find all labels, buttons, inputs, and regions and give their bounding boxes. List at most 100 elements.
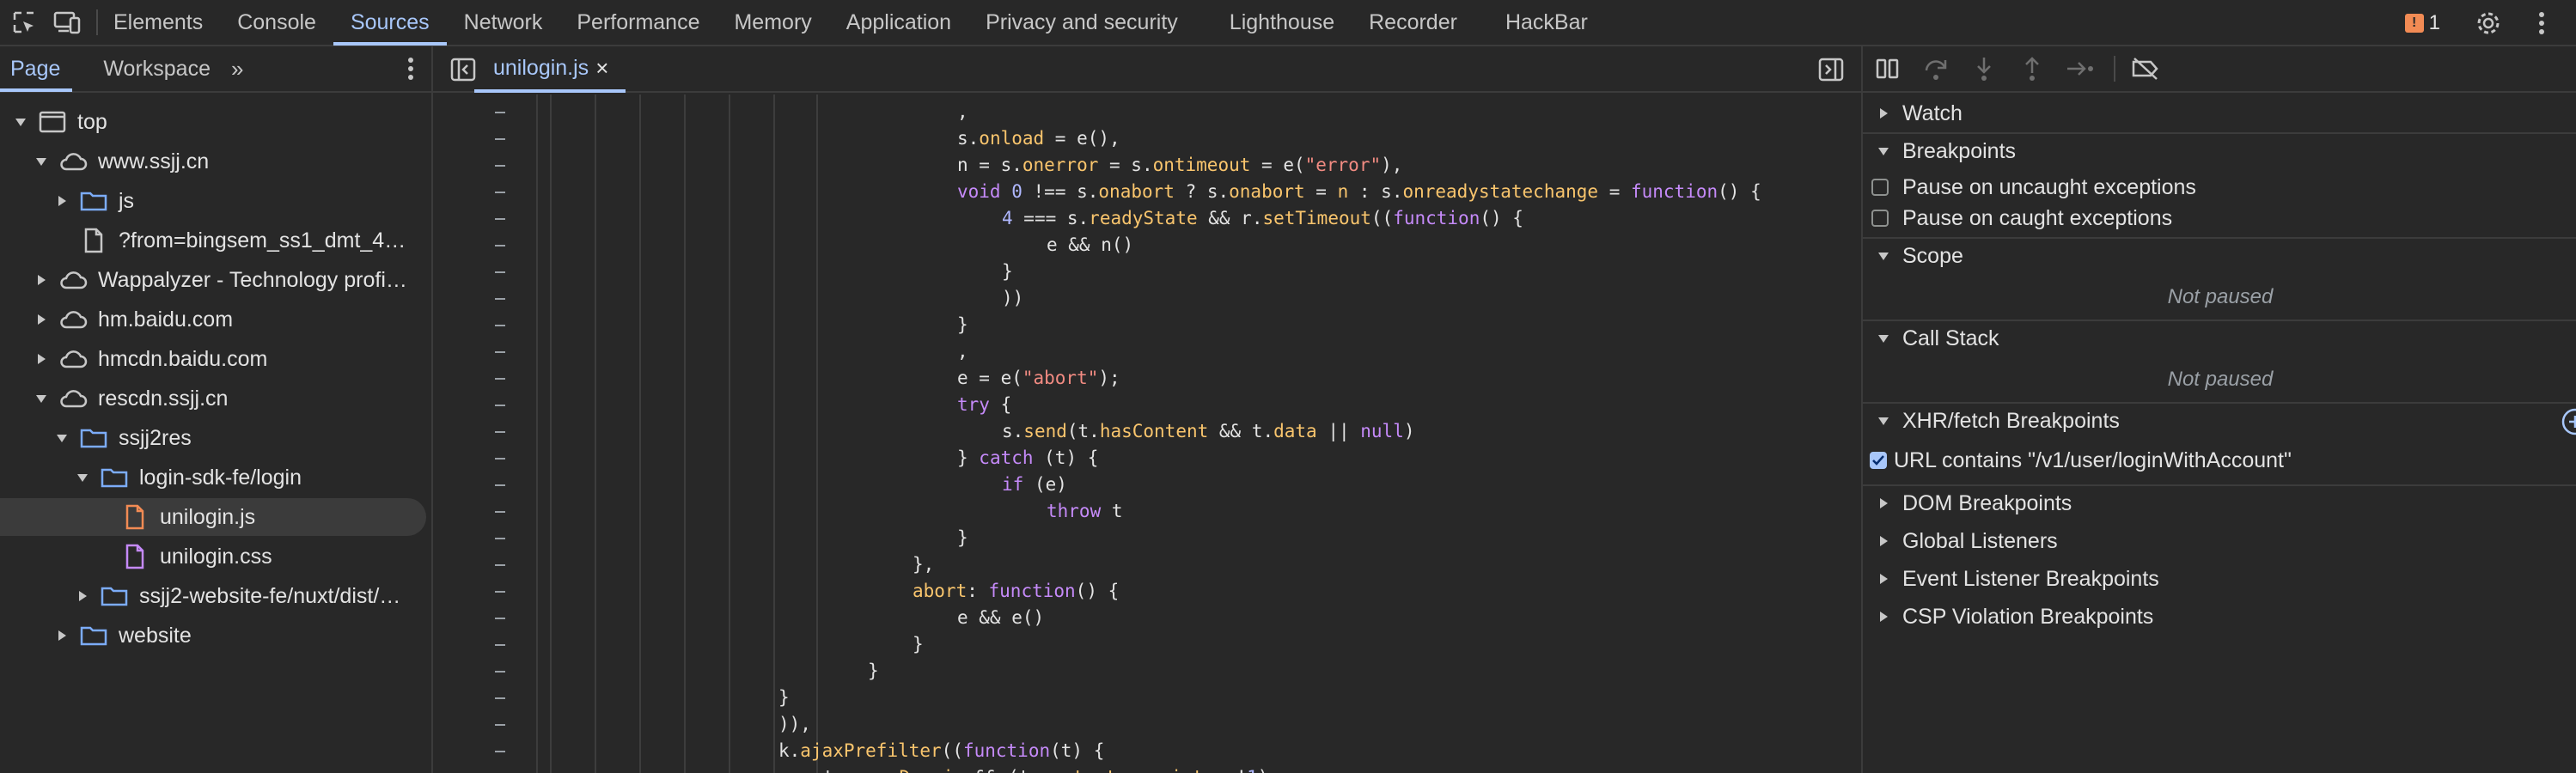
dom-breakpoints-pane-header[interactable]: DOM Breakpoints [1863,484,2576,522]
line-marker[interactable] [495,431,505,433]
tree-item[interactable]: unilogin.js [0,498,426,536]
line-marker[interactable] [495,192,505,193]
line-marker[interactable] [495,458,505,460]
line-marker[interactable] [495,351,505,353]
settings-icon[interactable] [2475,9,2502,37]
collapse-triangle-icon[interactable] [33,153,50,170]
tab-console[interactable]: Console [220,0,333,46]
global-listeners-pane-header[interactable]: Global Listeners [1863,522,2576,560]
pause-uncaught-checkbox[interactable] [1871,179,1889,196]
line-marker[interactable] [495,218,505,220]
line-marker[interactable] [495,671,505,673]
line-marker[interactable] [495,591,505,593]
tab-recorder[interactable]: Recorder [1352,0,1474,46]
tab-memory[interactable]: Memory [717,0,828,46]
deactivate-breakpoints-icon[interactable] [2131,54,2160,83]
line-marker[interactable] [495,298,505,300]
line-marker[interactable] [495,405,505,406]
line-marker[interactable] [495,138,505,140]
expand-triangle-icon[interactable] [33,350,50,368]
line-marker[interactable] [495,511,505,513]
pause-uncaught-row[interactable]: Pause on uncaught exceptions [1863,170,2196,204]
line-marker[interactable] [495,751,505,752]
navigator-menu-icon[interactable] [407,57,414,85]
issues-counter[interactable]: ! 1 [2404,11,2440,35]
expand-triangle-icon[interactable] [33,311,50,328]
call-stack-pane-header[interactable]: Call Stack [1863,320,2576,357]
tab-hackbar[interactable]: HackBar [1488,0,1605,46]
tree-item[interactable]: hm.baidu.com [0,301,430,338]
line-marker[interactable] [495,271,505,273]
line-marker[interactable] [495,538,505,539]
tree-item[interactable]: rescdn.ssjj.cn [0,380,430,417]
code-area[interactable]: , s.onload = e(), n = s.onerror = s.ontime… [433,94,1861,773]
line-marker[interactable] [495,697,505,699]
nav-tab-workspace[interactable]: Workspace [91,46,223,92]
nav-tab-page[interactable]: Page [0,46,73,92]
csp-violation-breakpoints-pane-header[interactable]: CSP Violation Breakpoints [1863,598,2576,636]
tab-performance[interactable]: Performance [559,0,717,46]
xhr-breakpoint-checkbox[interactable] [1870,452,1887,469]
collapse-triangle-icon[interactable] [12,113,29,131]
step-into-icon[interactable] [1969,54,1999,83]
editor-file-tab[interactable]: unilogin.js × [474,46,626,93]
tree-item[interactable]: js [0,182,430,220]
expand-triangle-icon[interactable] [53,627,70,644]
tree-item[interactable]: login-sdk-fe/login [0,459,430,496]
expand-triangle-icon[interactable] [53,192,70,210]
tab-privacy-security[interactable]: Privacy and security [968,0,1195,46]
line-marker[interactable] [495,484,505,486]
tree-item[interactable]: top [0,103,430,141]
watch-pane-header[interactable]: Watch [1863,94,2576,132]
tab-application[interactable]: Application [829,0,968,46]
xhr-breakpoints-pane-header[interactable]: XHR/fetch Breakpoints [1863,402,2576,440]
pause-caught-row[interactable]: Pause on caught exceptions [1863,201,2172,235]
breakpoints-pane-header[interactable]: Breakpoints [1863,132,2576,170]
line-marker[interactable] [495,618,505,619]
tab-elements[interactable]: Elements [110,0,220,46]
pause-caught-checkbox[interactable] [1871,210,1889,227]
collapse-triangle-icon[interactable] [33,390,50,407]
collapse-triangle-icon[interactable] [53,429,70,447]
inspect-icon[interactable] [10,9,38,36]
step-out-icon[interactable] [2017,54,2047,83]
pause-icon[interactable] [1873,54,1902,83]
step-over-icon[interactable] [1921,54,1950,83]
tab-lighthouse[interactable]: Lighthouse [1212,0,1352,46]
tree-item[interactable]: hmcdn.baidu.com [0,340,430,378]
more-tabs-icon[interactable]: » [231,56,243,82]
tree-item[interactable]: ssjj2-website-fe/nuxt/dist/… [0,577,430,615]
line-marker[interactable] [495,564,505,566]
line-marker[interactable] [495,378,505,380]
debugger-sidebar: Watch Breakpoints Pause on uncaught exce… [1861,46,2576,773]
tree-item[interactable]: website [0,617,430,654]
line-marker[interactable] [495,325,505,326]
more-vert-icon[interactable] [2528,9,2555,37]
add-breakpoint-icon[interactable] [2561,407,2576,442]
step-icon[interactable] [2066,54,2095,83]
scope-label: Scope [1902,243,1963,268]
event-listener-breakpoints-pane-header[interactable]: Event Listener Breakpoints [1863,560,2576,598]
tab-network[interactable]: Network [447,0,560,46]
line-marker[interactable] [495,245,505,247]
expand-triangle-icon[interactable] [74,587,91,605]
scope-pane-header[interactable]: Scope [1863,237,2576,275]
tree-item[interactable]: ?from=bingsem_ss1_dmt_4… [0,222,430,259]
tab-sources[interactable]: Sources [333,0,447,46]
tree-item[interactable]: www.ssjj.cn [0,143,430,180]
toggle-navigator-icon[interactable] [450,57,476,87]
device-toggle-icon[interactable] [53,9,81,36]
close-icon[interactable]: × [595,55,608,82]
tree-item[interactable]: unilogin.css [0,538,430,575]
line-marker[interactable] [495,165,505,167]
line-marker[interactable] [495,724,505,726]
tree-item[interactable]: Wappalyzer - Technology profi… [0,261,430,299]
tree-item[interactable]: ssjj2res [0,419,430,457]
toggle-debugger-icon[interactable] [1818,57,1844,87]
line-marker[interactable] [495,112,505,113]
expand-triangle-icon[interactable] [33,271,50,289]
devtools-toolbar: Elements Console Sources Network Perform… [0,0,2576,46]
collapse-triangle-icon[interactable] [74,469,91,486]
xhr-breakpoint-row[interactable]: URL contains "/v1/user/loginWithAccount" [1863,443,2292,478]
line-marker[interactable] [495,644,505,646]
